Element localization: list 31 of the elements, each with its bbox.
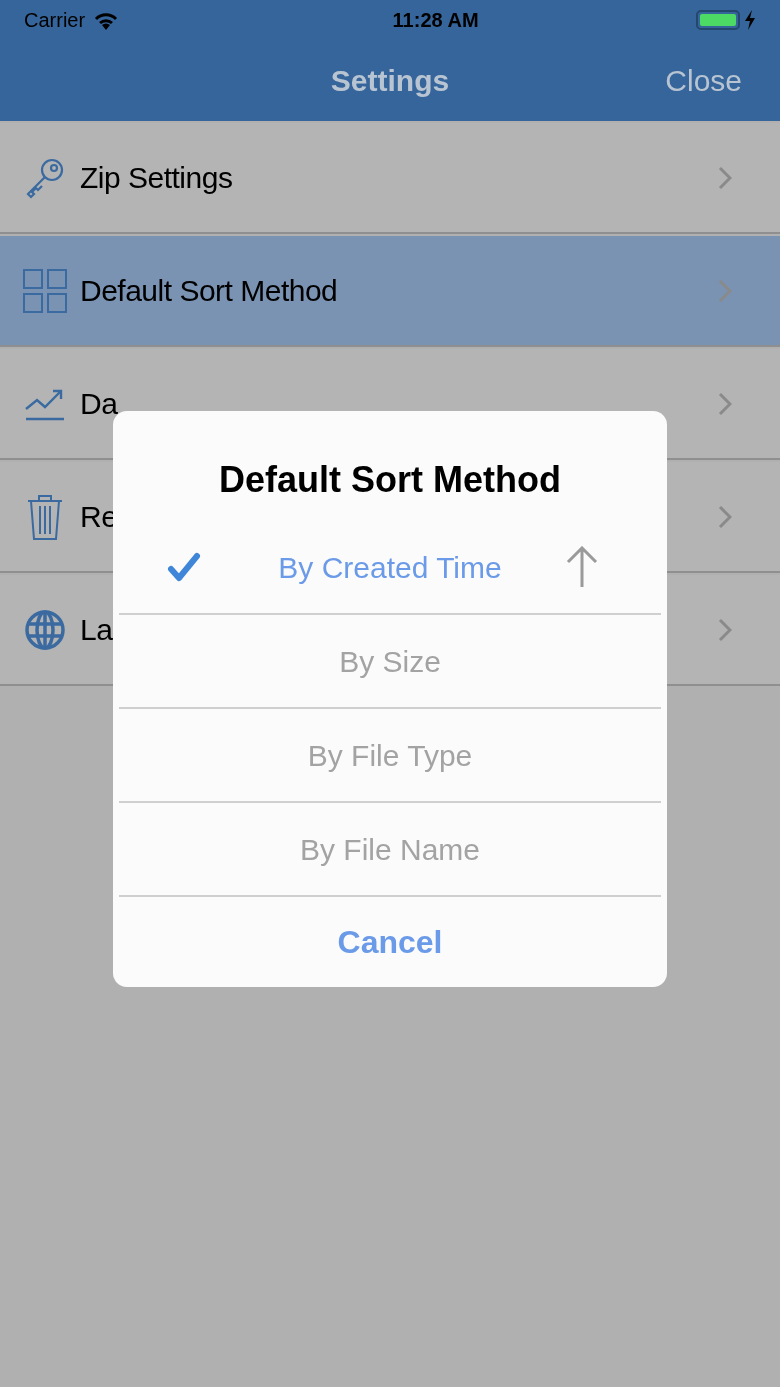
- option-label: By Size: [339, 643, 441, 680]
- sort-option[interactable]: By Created Time: [119, 521, 661, 615]
- trash-icon: [26, 492, 64, 541]
- sort-option[interactable]: By Size: [119, 615, 661, 709]
- close-button[interactable]: Close: [665, 58, 742, 103]
- checkmark-icon: [167, 552, 201, 582]
- clock: 11:28 AM: [392, 8, 479, 33]
- cancel-button[interactable]: Cancel: [113, 897, 667, 987]
- wifi-icon: [93, 10, 120, 30]
- option-label: By File Type: [307, 737, 473, 774]
- option-label: By Created Time: [278, 549, 502, 586]
- dialog-title: Default Sort Method: [218, 458, 562, 502]
- battery-icon: [696, 10, 740, 30]
- chevron-icon: [718, 391, 732, 416]
- settings-row[interactable]: Default Sort Method: [0, 236, 780, 347]
- row-label: Da: [80, 386, 118, 422]
- nav-title: Settings: [330, 63, 450, 99]
- chevron-icon: [718, 165, 732, 190]
- row-label: La: [80, 612, 113, 648]
- globe-icon: [24, 608, 66, 651]
- row-label: Zip Settings: [80, 160, 233, 196]
- settings-row[interactable]: Zip Settings: [0, 123, 780, 234]
- carrier-label: Carrier: [24, 8, 86, 33]
- sort-option[interactable]: By File Name: [119, 803, 661, 897]
- chevron-icon: [718, 504, 732, 529]
- option-label: By File Name: [299, 831, 480, 868]
- grid-icon: [22, 267, 68, 314]
- sort-option[interactable]: By File Type: [119, 709, 661, 803]
- chevron-icon: [718, 617, 732, 642]
- chevron-icon: [718, 278, 732, 303]
- row-label: Default Sort Method: [80, 273, 338, 309]
